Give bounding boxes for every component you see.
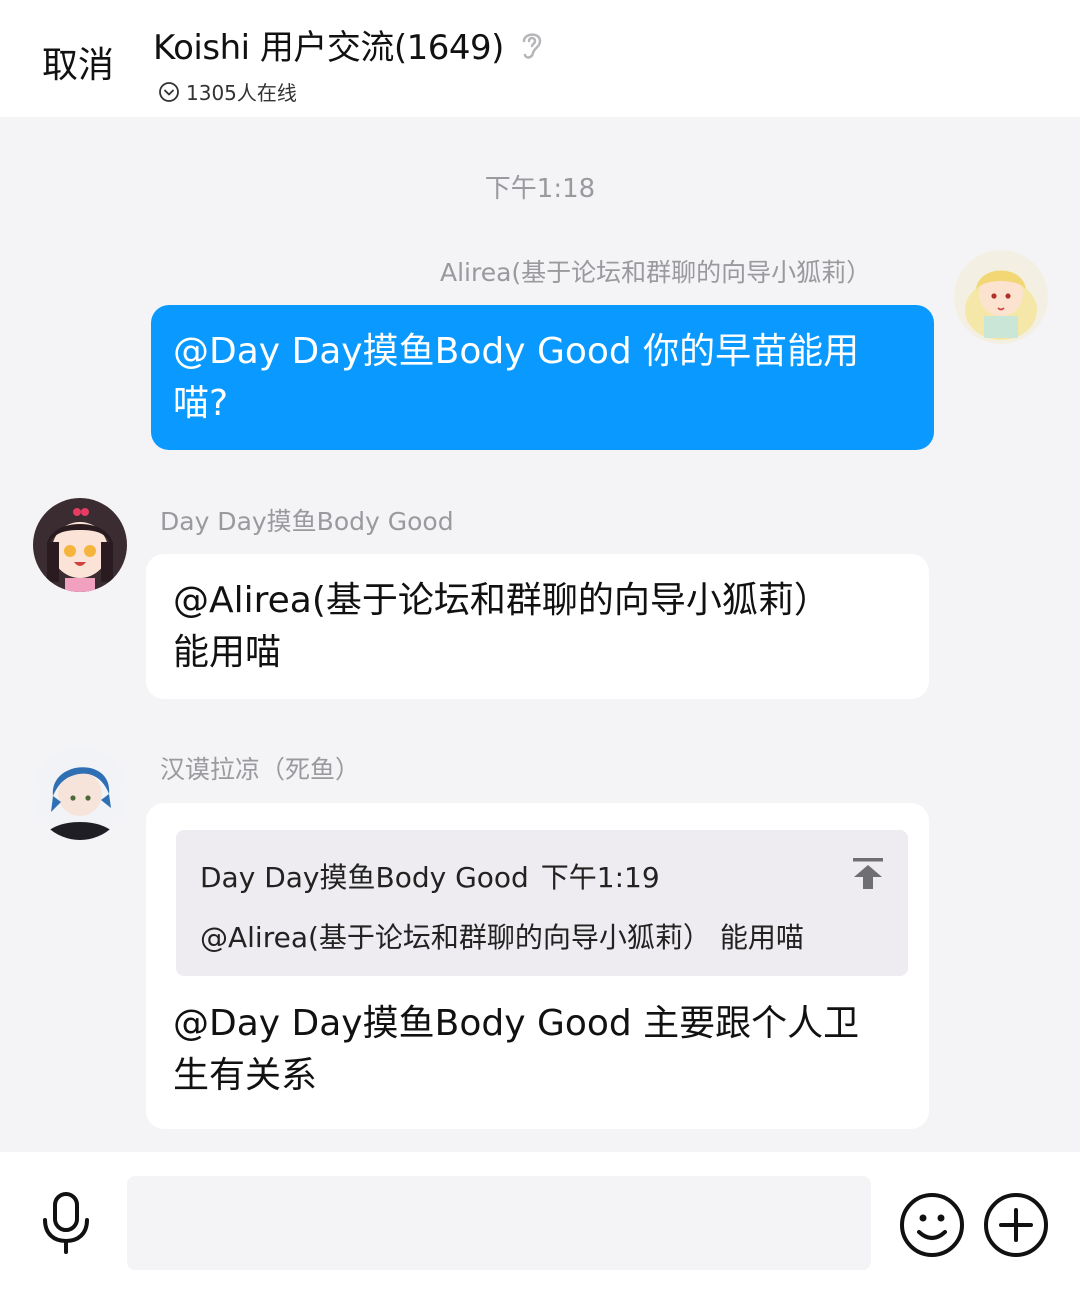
quote-author: Day Day摸鱼Body Good bbox=[200, 861, 529, 894]
message-text-line: @Day Day摸鱼Body Good 主要跟个人卫 bbox=[173, 1003, 860, 1044]
message-bubble-outgoing[interactable]: @Day Day摸鱼Body Good 你的早苗能用 喵? bbox=[151, 305, 934, 450]
microphone-icon[interactable] bbox=[38, 1190, 94, 1254]
message-text-line: 生有关系 bbox=[173, 1055, 318, 1096]
avatar-image bbox=[954, 250, 1048, 344]
avatar-image bbox=[33, 746, 127, 840]
message-input[interactable] bbox=[127, 1176, 871, 1270]
avatar-image bbox=[33, 498, 127, 592]
message-text-line: 能用喵 bbox=[173, 632, 282, 673]
avatar[interactable] bbox=[954, 250, 1048, 344]
message-text-line: @Day Day摸鱼Body Good 你的早苗能用 bbox=[173, 331, 860, 372]
message-text: @Day Day摸鱼Body Good 主要跟个人卫 生有关系 bbox=[173, 998, 859, 1102]
jump-to-top-icon[interactable] bbox=[852, 856, 884, 890]
ear-icon[interactable] bbox=[518, 27, 546, 63]
quoted-message[interactable]: Day Day摸鱼Body Good 下午1:19 @Alirea(基于论坛和群聊… bbox=[176, 830, 908, 976]
message-text-line: 喵? bbox=[173, 383, 229, 424]
quote-text: @Alirea(基于论坛和群聊的向导小狐莉） 能用喵 bbox=[200, 921, 804, 954]
online-count: 1305人在线 bbox=[186, 81, 297, 105]
sender-name[interactable]: Alirea(基于论坛和群聊的向导小狐莉） bbox=[440, 253, 871, 289]
quote-header: Day Day摸鱼Body Good 下午1:19 bbox=[200, 856, 660, 896]
emoji-icon[interactable] bbox=[899, 1192, 965, 1258]
title-row: Koishi 用户交流(1649) bbox=[153, 20, 546, 69]
group-title: Koishi 用户交流(1649) bbox=[153, 28, 504, 68]
message-bubble-incoming[interactable]: @Alirea(基于论坛和群聊的向导小狐莉） 能用喵 bbox=[146, 554, 929, 699]
message-text-line: @Alirea(基于论坛和群聊的向导小狐莉） bbox=[173, 580, 830, 621]
message-timestamp: 下午1:18 bbox=[484, 174, 596, 204]
avatar[interactable] bbox=[33, 498, 127, 592]
online-status: 1305人在线 bbox=[158, 77, 546, 106]
plus-icon[interactable] bbox=[983, 1192, 1049, 1258]
chat-title-area[interactable]: Koishi 用户交流(1649) 1305人在线 bbox=[153, 20, 546, 106]
sender-name[interactable]: Day Day摸鱼Body Good bbox=[160, 502, 454, 538]
avatar[interactable] bbox=[33, 746, 127, 840]
message-input-bar bbox=[0, 1152, 1080, 1293]
sender-name[interactable]: 汉谟拉凉（死鱼） bbox=[160, 750, 360, 786]
chat-header: 取消 Koishi 用户交流(1649) 1305人在线 bbox=[0, 0, 1080, 117]
chevron-circle-icon bbox=[159, 81, 179, 102]
quote-time: 下午1:19 bbox=[540, 861, 660, 894]
cancel-button[interactable]: 取消 bbox=[42, 36, 114, 88]
